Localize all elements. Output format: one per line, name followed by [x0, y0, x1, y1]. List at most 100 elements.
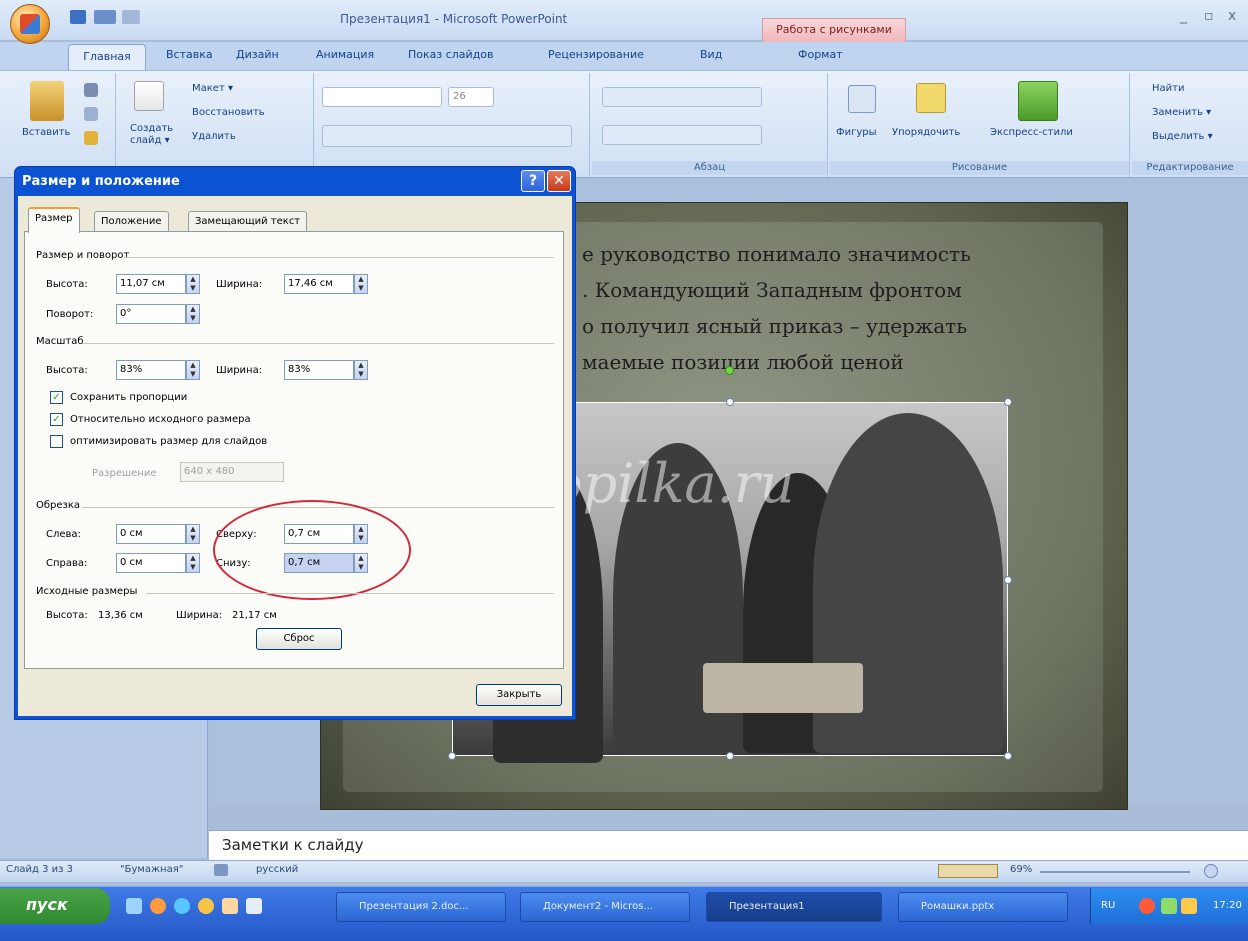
resize-handle[interactable]: [726, 752, 734, 760]
close-window-button[interactable]: x: [1228, 8, 1236, 24]
tab-slideshow[interactable]: Показ слайдов: [408, 48, 494, 61]
crop-left-input[interactable]: 0 см: [116, 524, 186, 544]
tab-position[interactable]: Положение: [94, 211, 169, 233]
taskbar-item-active[interactable]: Презентация1: [706, 892, 882, 922]
select-button[interactable]: Выделить ▾: [1152, 131, 1213, 142]
tab-insert[interactable]: Вставка: [166, 48, 213, 61]
lock-aspect-checkbox[interactable]: ✓: [50, 391, 63, 404]
paste-icon[interactable]: [30, 81, 64, 121]
resize-handle[interactable]: [1004, 752, 1012, 760]
resize-handle[interactable]: [448, 752, 456, 760]
lock-aspect-label: Сохранить пропорции: [70, 392, 188, 403]
tab-format[interactable]: Формат: [798, 48, 843, 61]
new-slide-icon[interactable]: [134, 81, 164, 111]
zoom-level[interactable]: 69%: [1010, 864, 1032, 875]
tray-icon[interactable]: [1161, 898, 1177, 914]
layout-button[interactable]: Макет ▾: [192, 83, 233, 94]
notes-pane[interactable]: [209, 830, 1248, 860]
width-spinner[interactable]: ▲ ▼: [354, 274, 368, 294]
crop-right-input[interactable]: 0 см: [116, 553, 186, 573]
resize-handle[interactable]: [1004, 398, 1012, 406]
scale-height-spinner[interactable]: ▲ ▼: [186, 360, 200, 380]
taskbar-item[interactable]: Документ2 - Micros...: [520, 892, 690, 922]
rotation-handle[interactable]: [725, 366, 734, 375]
quick-styles-button[interactable]: Экспресс-стили: [990, 127, 1073, 138]
tab-review[interactable]: Рецензирование: [548, 48, 644, 61]
tab-size[interactable]: Размер: [28, 207, 80, 233]
scale-height-input[interactable]: 83%: [116, 360, 186, 380]
picture-tools-group: Работа с рисунками: [762, 18, 906, 42]
width-input[interactable]: 17,46 см: [284, 274, 354, 294]
arrange-icon[interactable]: [916, 83, 946, 113]
tab-alt-text[interactable]: Замещающий текст: [188, 211, 308, 233]
tab-home[interactable]: Главная: [68, 44, 146, 70]
resize-handle[interactable]: [726, 398, 734, 406]
shapes-button[interactable]: Фигуры: [836, 127, 877, 138]
rotation-spinner[interactable]: ▲ ▼: [186, 304, 200, 324]
delete-slide-button[interactable]: Удалить: [192, 131, 236, 142]
list-buttons[interactable]: [602, 87, 762, 107]
crop-right-spinner[interactable]: ▲ ▼: [186, 553, 200, 573]
minimize-button[interactable]: _: [1180, 8, 1187, 24]
font-format-buttons[interactable]: [322, 125, 572, 147]
tab-animation[interactable]: Анимация: [316, 48, 374, 61]
redo-icon[interactable]: [122, 10, 140, 24]
resolution-select[interactable]: 640 x 480: [180, 462, 284, 482]
best-scale-checkbox[interactable]: [50, 435, 63, 448]
copy-icon[interactable]: [84, 107, 98, 121]
quicklaunch-icon[interactable]: [222, 898, 238, 914]
cut-icon[interactable]: [84, 83, 98, 97]
reset-button[interactable]: Восстановить: [192, 107, 265, 118]
taskbar-item[interactable]: Ромашки.pptx: [898, 892, 1068, 922]
slide-text-line: о получил ясный приказ – удержать: [582, 314, 968, 338]
close-dialog-button[interactable]: Закрыть: [476, 684, 562, 706]
quicklaunch-icon[interactable]: [174, 898, 190, 914]
resize-handle[interactable]: [1004, 576, 1012, 584]
new-slide-button[interactable]: Создать: [130, 123, 173, 134]
view-buttons[interactable]: [938, 864, 998, 878]
scale-width-input[interactable]: 83%: [284, 360, 354, 380]
scale-width-spinner[interactable]: ▲ ▼: [354, 360, 368, 380]
tray-icon[interactable]: [1139, 898, 1155, 914]
quicklaunch-icon[interactable]: [198, 898, 214, 914]
office-button[interactable]: [10, 4, 50, 44]
volume-icon[interactable]: [1181, 898, 1197, 914]
rotation-input[interactable]: 0°: [116, 304, 186, 324]
slide-text-box[interactable]: е руководство понимало значимость . Кома…: [582, 236, 1052, 380]
start-button[interactable]: пуск: [0, 888, 110, 924]
new-slide-dropdown[interactable]: слайд ▾: [130, 135, 170, 146]
font-size-input[interactable]: 26: [448, 87, 494, 107]
find-button[interactable]: Найти: [1152, 83, 1184, 94]
relative-original-checkbox[interactable]: ✓: [50, 413, 63, 426]
window-title: Презентация1 - Microsoft PowerPoint: [340, 12, 568, 26]
format-painter-icon[interactable]: [84, 131, 98, 145]
maximize-button[interactable]: ▫: [1204, 8, 1214, 24]
reset-size-button[interactable]: Сброс: [256, 628, 342, 650]
language[interactable]: русский: [256, 864, 298, 875]
taskbar-item[interactable]: Презентация 2.doc...: [336, 892, 506, 922]
save-icon[interactable]: [70, 10, 86, 24]
quicklaunch-icon[interactable]: [246, 898, 262, 914]
quicklaunch-icon[interactable]: [126, 898, 142, 914]
system-tray: RU 17:20: [1090, 888, 1248, 924]
arrange-button[interactable]: Упорядочить: [892, 127, 960, 138]
keyboard-layout[interactable]: RU: [1101, 900, 1115, 911]
spellcheck-icon[interactable]: [214, 864, 228, 876]
height-input[interactable]: 11,07 см: [116, 274, 186, 294]
quick-styles-icon[interactable]: [1018, 81, 1058, 121]
quicklaunch-icon[interactable]: [150, 898, 166, 914]
shapes-icon[interactable]: [848, 85, 876, 113]
height-spinner[interactable]: ▲ ▼: [186, 274, 200, 294]
tab-design[interactable]: Дизайн: [236, 48, 279, 61]
undo-icon[interactable]: [94, 10, 116, 24]
replace-button[interactable]: Заменить ▾: [1152, 107, 1211, 118]
tab-view[interactable]: Вид: [700, 48, 722, 61]
zoom-slider[interactable]: [1040, 871, 1190, 873]
dialog-close-button[interactable]: ✕: [547, 170, 571, 192]
paste-button[interactable]: Вставить: [22, 127, 70, 138]
font-name-input[interactable]: [322, 87, 442, 107]
help-button[interactable]: ?: [521, 170, 545, 192]
crop-left-spinner[interactable]: ▲ ▼: [186, 524, 200, 544]
zoom-in-icon[interactable]: [1204, 864, 1218, 878]
align-buttons[interactable]: [602, 125, 762, 145]
